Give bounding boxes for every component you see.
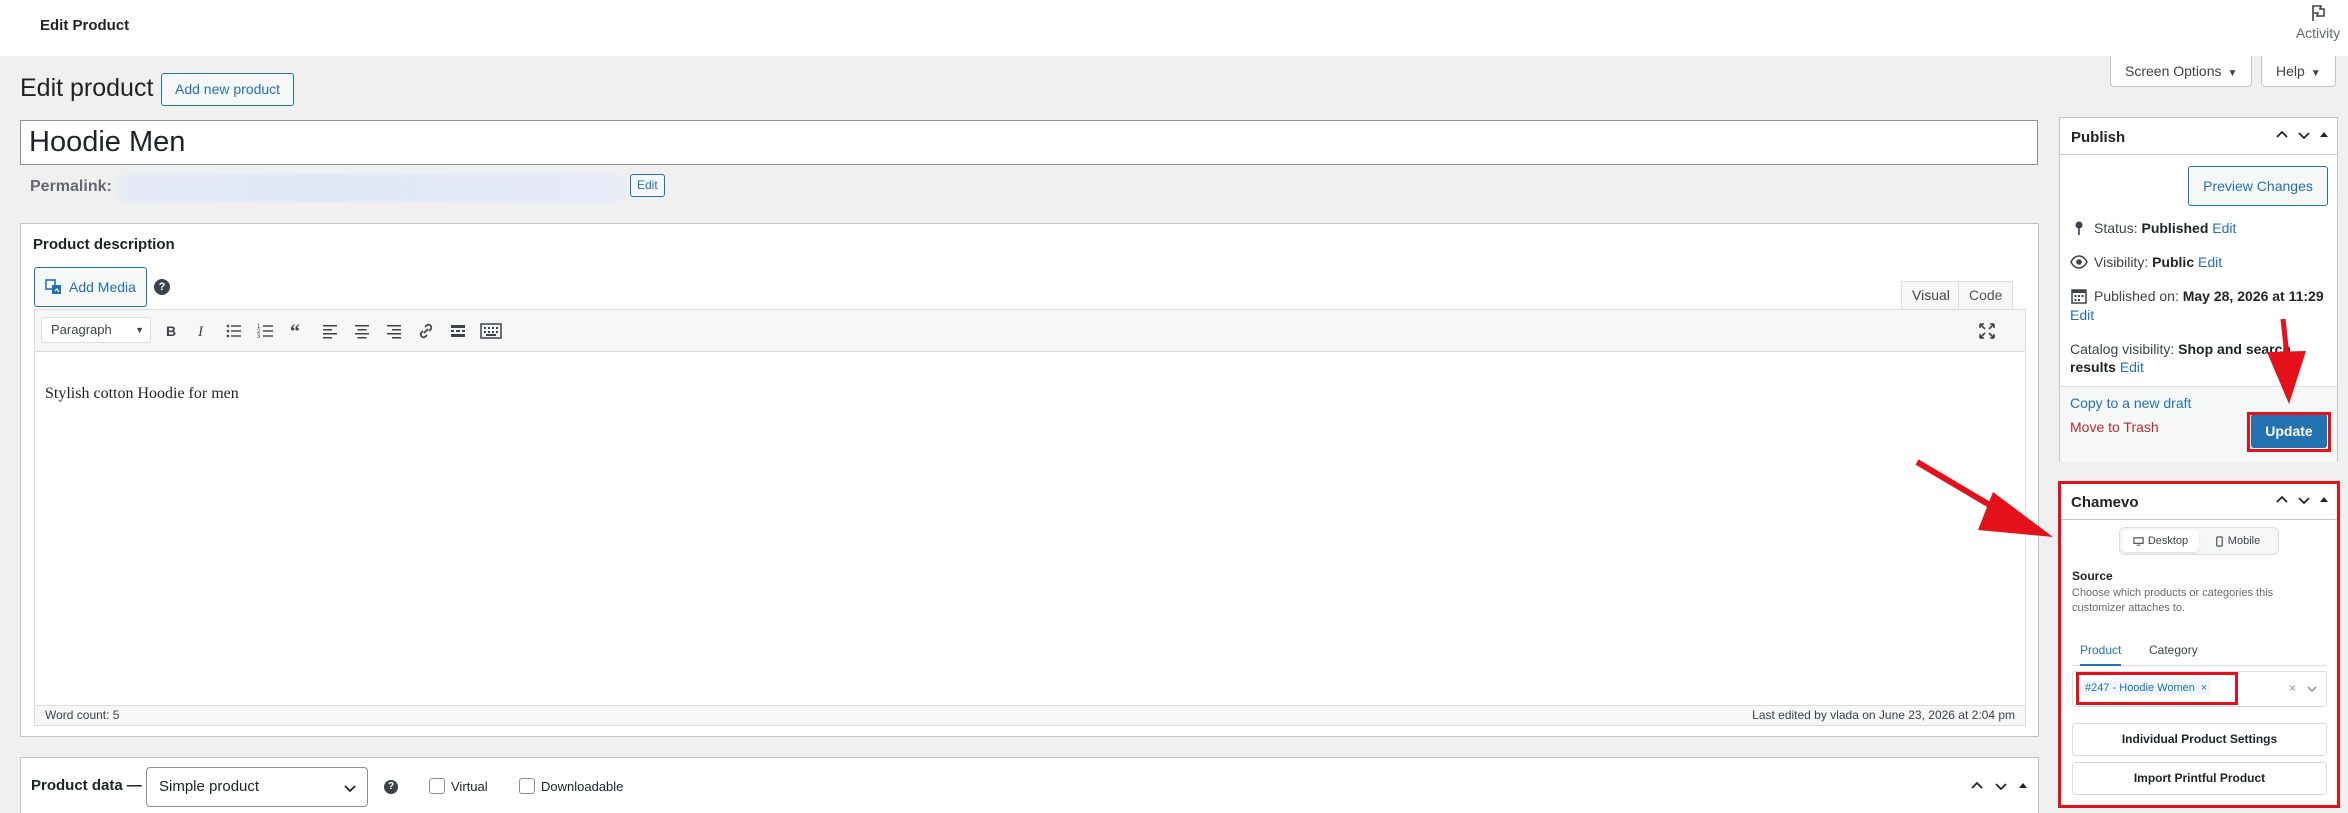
calendar-icon bbox=[2070, 287, 2088, 305]
format-select-value: Paragraph bbox=[51, 322, 112, 337]
move-to-trash-link[interactable]: Move to Trash bbox=[2070, 419, 2159, 435]
caret-down-icon: ▼ bbox=[135, 325, 144, 335]
screen-options-button[interactable]: Screen Options ▼ bbox=[2110, 56, 2253, 87]
add-media-label: Add Media bbox=[69, 279, 136, 295]
align-right-icon[interactable] bbox=[384, 321, 404, 341]
caret-down-icon: ▼ bbox=[2227, 68, 2238, 79]
bullet-list-icon[interactable] bbox=[224, 321, 244, 341]
publish-box: Publish Preview Changes Status: Publishe… bbox=[2059, 117, 2338, 462]
help-icon[interactable]: ? bbox=[384, 780, 398, 794]
flag-icon bbox=[2288, 3, 2348, 23]
annotation-box-token bbox=[2076, 672, 2238, 705]
published-on-value: May 28, 2026 at 11:29 bbox=[2182, 288, 2324, 304]
caret-down-icon: ▼ bbox=[2310, 68, 2321, 79]
page-title: Edit product bbox=[20, 74, 154, 102]
format-select[interactable]: Paragraph ▼ bbox=[41, 317, 151, 343]
word-count: Word count: 5 bbox=[45, 708, 120, 722]
publish-heading: Publish bbox=[2071, 129, 2126, 146]
svg-text:B: B bbox=[166, 323, 176, 339]
help-button[interactable]: Help ▼ bbox=[2261, 56, 2336, 87]
add-new-product-button[interactable]: Add new product bbox=[161, 73, 295, 106]
downloadable-checkbox[interactable]: Downloadable bbox=[519, 778, 623, 794]
tab-visual[interactable]: Visual bbox=[1901, 281, 1961, 309]
permalink-label: Permalink: bbox=[30, 178, 112, 195]
published-on-row: Published on: May 28, 2026 at 11:29 bbox=[2070, 287, 2332, 305]
chevron-up-icon[interactable] bbox=[1970, 779, 1984, 793]
permalink-url-redacted bbox=[118, 174, 626, 202]
toolbar-toggle-icon[interactable] bbox=[480, 321, 502, 341]
editor-toolbar: Paragraph ▼ B I 123 “ bbox=[35, 310, 2025, 352]
activity-label: Activity bbox=[2295, 25, 2341, 41]
align-center-icon[interactable] bbox=[352, 321, 372, 341]
visibility-edit-link[interactable]: Edit bbox=[2198, 254, 2222, 270]
visibility-label: Visibility: bbox=[2094, 254, 2149, 270]
link-icon[interactable] bbox=[416, 321, 436, 341]
status-row: Status: Published Edit bbox=[2070, 219, 2236, 237]
checkbox-box[interactable] bbox=[429, 778, 445, 794]
help-label: Help bbox=[2276, 63, 2305, 79]
numbered-list-icon[interactable]: 123 bbox=[256, 321, 276, 341]
catalog-visibility-value: Shop and search bbox=[2178, 341, 2291, 357]
annotation-box-chamevo bbox=[2058, 481, 2340, 808]
svg-text:I: I bbox=[197, 324, 204, 340]
add-media-button[interactable]: Add Media bbox=[34, 267, 147, 307]
visibility-row: Visibility: Public Edit bbox=[2070, 253, 2222, 271]
catalog-visibility-edit-link[interactable]: Edit bbox=[2120, 359, 2144, 375]
checkbox-box[interactable] bbox=[519, 778, 535, 794]
annotation-box-update bbox=[2247, 412, 2331, 452]
media-icon bbox=[45, 278, 63, 296]
svg-text:“: “ bbox=[290, 321, 300, 341]
editor-area: Paragraph ▼ B I 123 “ Stylish cotton Hood… bbox=[34, 309, 2026, 726]
editor-statusbar: Word count: 5 Last edited by vlada on Ju… bbox=[35, 705, 2025, 725]
publish-controls bbox=[2275, 128, 2329, 142]
virtual-label: Virtual bbox=[451, 778, 488, 794]
admin-topbar: Edit Product Activity bbox=[0, 0, 2348, 56]
last-edited: Last edited by vlada on June 23, 2026 at… bbox=[1752, 708, 2015, 722]
product-data-label: Product data — bbox=[31, 777, 142, 794]
status-label: Status: bbox=[2094, 220, 2138, 236]
collapse-triangle-icon[interactable] bbox=[2319, 130, 2329, 140]
chevron-down-icon[interactable] bbox=[2297, 128, 2311, 142]
help-icon[interactable]: ? bbox=[154, 279, 170, 295]
screen-options-label: Screen Options bbox=[2125, 63, 2222, 79]
product-type-value: Simple product bbox=[159, 778, 260, 795]
topbar-title: Edit Product bbox=[40, 17, 130, 34]
permalink-edit-button[interactable]: Edit bbox=[630, 174, 665, 197]
product-title-input[interactable]: Hoodie Men bbox=[20, 120, 2038, 165]
downloadable-label: Downloadable bbox=[541, 778, 624, 794]
virtual-checkbox[interactable]: Virtual bbox=[429, 778, 488, 794]
catalog-visibility-row: Catalog visibility: Shop and search resu… bbox=[2070, 340, 2320, 376]
published-on-edit-link[interactable]: Edit bbox=[2070, 307, 2094, 323]
blockquote-icon[interactable]: “ bbox=[288, 321, 308, 341]
catalog-visibility-value-2: results bbox=[2070, 359, 2116, 375]
published-on-label: Published on: bbox=[2094, 288, 2179, 304]
publish-header: Publish bbox=[2060, 118, 2337, 155]
preview-changes-button[interactable]: Preview Changes bbox=[2188, 166, 2328, 206]
chevron-down-icon[interactable] bbox=[1994, 779, 2008, 793]
visibility-value: Public bbox=[2152, 254, 2195, 270]
align-left-icon[interactable] bbox=[320, 321, 340, 341]
product-description-box: Product description Add Media ? Visual C… bbox=[20, 223, 2039, 737]
read-more-icon[interactable] bbox=[448, 321, 468, 341]
product-data-box: Product data — Simple product ? Virtual … bbox=[20, 757, 2039, 813]
copy-to-draft-link[interactable]: Copy to a new draft bbox=[2070, 395, 2191, 411]
bold-icon[interactable]: B bbox=[161, 321, 181, 341]
status-value: Published bbox=[2141, 220, 2209, 236]
status-edit-link[interactable]: Edit bbox=[2212, 220, 2236, 236]
product-type-select[interactable]: Simple product bbox=[146, 767, 368, 807]
description-heading: Product description bbox=[33, 236, 175, 253]
pin-icon bbox=[2070, 219, 2088, 237]
editor-content[interactable]: Stylish cotton Hoodie for men bbox=[45, 385, 239, 403]
italic-icon[interactable]: I bbox=[192, 321, 212, 341]
product-data-controls bbox=[1970, 779, 2028, 793]
chevron-up-icon[interactable] bbox=[2275, 128, 2289, 142]
collapse-triangle-icon[interactable] bbox=[2018, 781, 2028, 791]
svg-text:3: 3 bbox=[257, 334, 261, 340]
fullscreen-icon[interactable] bbox=[1977, 321, 1997, 341]
eye-icon bbox=[2070, 253, 2088, 271]
catalog-visibility-label: Catalog visibility: bbox=[2070, 341, 2175, 357]
chevron-down-icon bbox=[343, 781, 357, 795]
activity-button[interactable]: Activity bbox=[2288, 0, 2348, 56]
tab-code[interactable]: Code bbox=[1958, 281, 2014, 309]
